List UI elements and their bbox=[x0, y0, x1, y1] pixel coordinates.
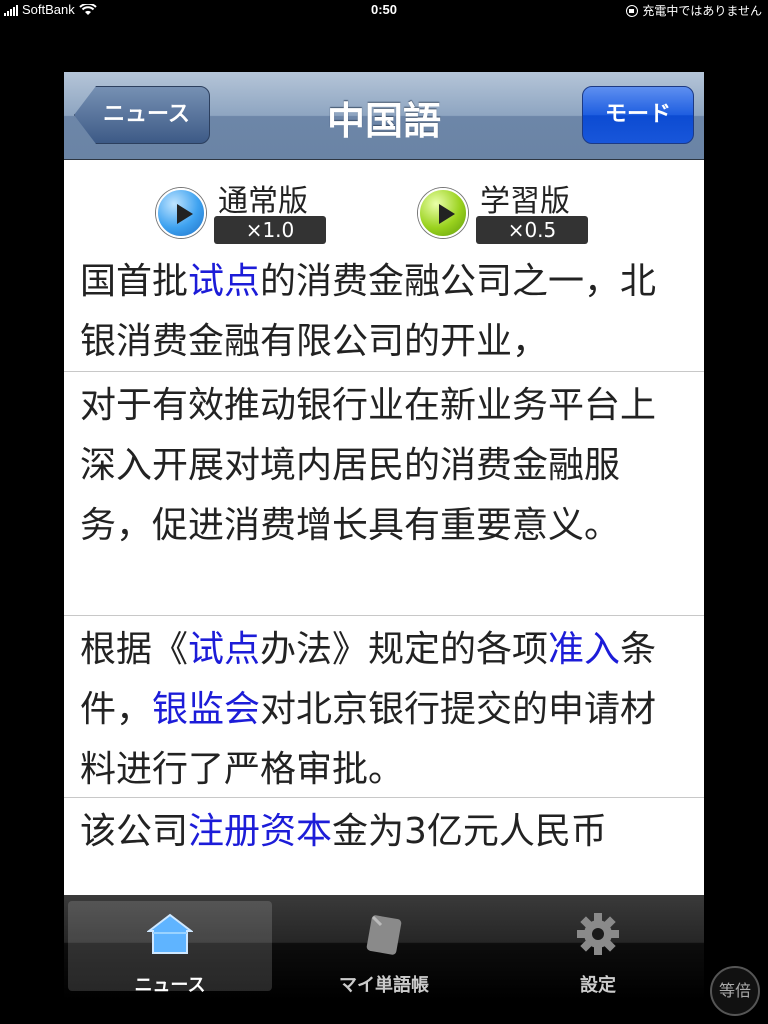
mode-button[interactable]: モード bbox=[582, 86, 694, 144]
play-icon[interactable] bbox=[418, 188, 468, 238]
text-segment: 根据《 bbox=[80, 629, 189, 670]
tab-settings-label: 設定 bbox=[580, 975, 616, 996]
tab-bar: ニュース マイ単語帳 設定 bbox=[64, 895, 704, 1000]
text-segment: 该公司 bbox=[80, 811, 189, 852]
orientation-lock-icon bbox=[626, 4, 639, 17]
study-speed-label: 学習版 bbox=[480, 184, 570, 219]
tab-news-label: ニュース bbox=[134, 975, 206, 996]
status-bar: SoftBank 0:50 充電中ではありません bbox=[0, 0, 768, 20]
text-segment: 国首批 bbox=[80, 261, 189, 302]
text-block[interactable]: 对于有效推动银行业在新业务平台上深入开展对境内居民的消费金融服务，促进消费增长具… bbox=[64, 372, 704, 616]
home-icon bbox=[147, 913, 193, 954]
highlighted-term[interactable]: 试点 bbox=[188, 261, 260, 302]
highlighted-term[interactable]: 试点 bbox=[188, 629, 260, 670]
app-window: ニュース 中国語 モード 通常版 ×1.0 学習版 ×0.5 国首批试点的消费金… bbox=[64, 72, 704, 944]
navigation-bar: ニュース 中国語 モード bbox=[64, 72, 704, 160]
study-speed-value: ×0.5 bbox=[476, 216, 588, 244]
audio-players: 通常版 ×1.0 学習版 ×0.5 bbox=[64, 168, 704, 244]
play-icon[interactable] bbox=[156, 188, 206, 238]
normal-speed-value: ×1.0 bbox=[214, 216, 326, 244]
tab-settings[interactable]: 設定 bbox=[496, 901, 700, 996]
highlighted-term[interactable]: 注册资本 bbox=[188, 811, 332, 852]
gear-icon bbox=[577, 913, 619, 955]
highlighted-term[interactable]: 银监会 bbox=[152, 689, 260, 730]
text-segment: 对于有效推动银行业在新业务平台上深入开展对境内居民的消费金融服务，促进消费增长具… bbox=[80, 385, 657, 546]
text-block[interactable]: 国首批试点的消费金融公司之一，北银消费金融有限公司的开业， bbox=[64, 252, 704, 372]
notebook-icon bbox=[366, 915, 402, 955]
text-segment: 办法》规定的各项 bbox=[260, 629, 549, 670]
tab-my-vocabulary-label: マイ単語帳 bbox=[339, 975, 429, 996]
zoom-toggle-button[interactable]: 等倍 bbox=[710, 966, 760, 1016]
highlighted-term[interactable]: 准入 bbox=[548, 629, 620, 670]
status-right: 充電中ではありません bbox=[626, 2, 762, 19]
tab-news[interactable]: ニュース bbox=[68, 901, 272, 996]
charging-status: 充電中ではありません bbox=[642, 4, 762, 18]
text-segment: 金为3亿元人民币 bbox=[332, 811, 607, 852]
normal-speed-label: 通常版 bbox=[218, 184, 308, 219]
tab-my-vocabulary[interactable]: マイ単語帳 bbox=[282, 901, 486, 996]
text-block[interactable]: 根据《试点办法》规定的各项准入条件，银监会对北京银行提交的申请材料进行了严格审批… bbox=[64, 616, 704, 798]
